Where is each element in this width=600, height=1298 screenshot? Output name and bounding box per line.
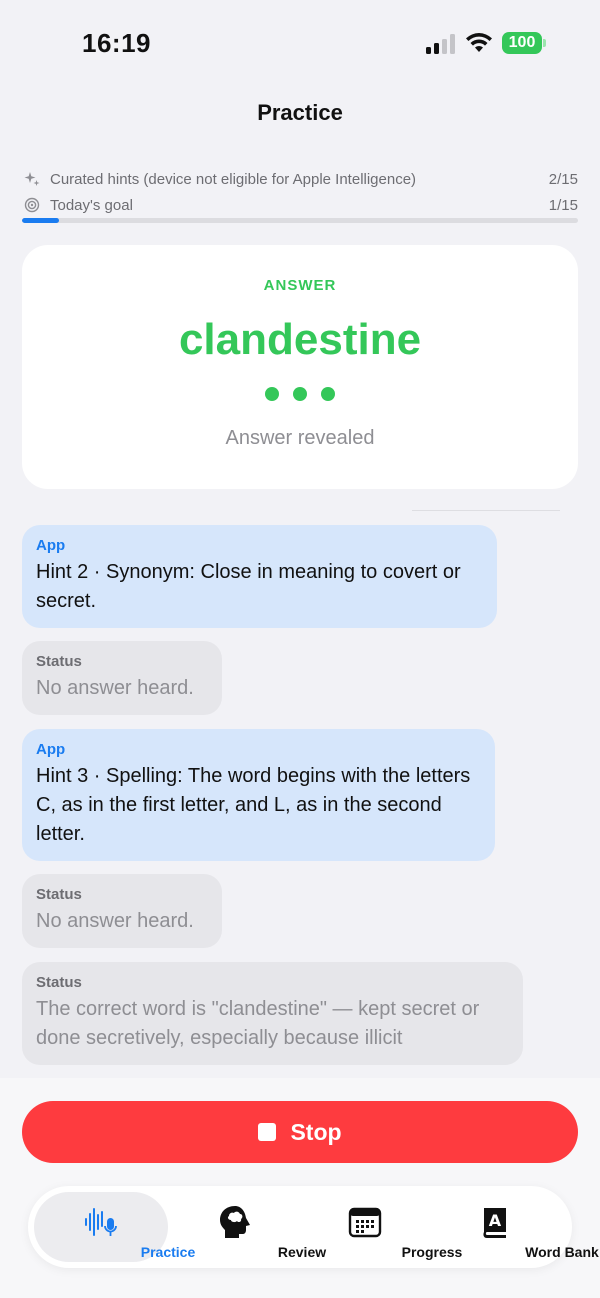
goal-progress-fill	[22, 218, 60, 223]
page-title: Practice	[257, 100, 343, 125]
dictionary-book-icon: A	[477, 1204, 513, 1240]
goal-progress-bar	[22, 218, 578, 223]
message-sender: Status	[36, 886, 82, 903]
tab-progress[interactable]: Progress	[298, 1192, 462, 1262]
message-sender: Status	[36, 974, 82, 991]
answer-label: ANSWER	[263, 277, 337, 294]
message-bubble-status: Status The correct word is "clandestine"…	[22, 962, 523, 1065]
curated-hints-row: Curated hints (device not eligible for A…	[22, 168, 578, 190]
message-text: No answer heard.	[36, 677, 194, 699]
message-text: No answer heard.	[36, 910, 194, 932]
tab-label: Word Bank	[525, 1244, 599, 1260]
stop-button-label: Stop	[290, 1118, 342, 1145]
message-bubble-status: Status No answer heard.	[22, 641, 222, 715]
divider	[412, 510, 560, 511]
sparkle-icon	[22, 169, 42, 189]
message-text: The correct word is "clandestine" — kept…	[36, 998, 480, 1049]
target-icon	[22, 195, 42, 215]
message-text: Hint 3 · Spelling: The word begins with …	[36, 765, 471, 845]
battery-level: 100	[502, 32, 542, 54]
tab-review[interactable]: Review	[168, 1192, 326, 1262]
message-text: Hint 2 · Synonym: Close in meaning to co…	[36, 561, 461, 612]
stop-button[interactable]: Stop	[22, 1101, 578, 1163]
message-bubble-app: App Hint 3 · Spelling: The word begins w…	[22, 729, 495, 861]
curated-hints-count: 2/15	[548, 170, 578, 188]
tab-word-bank[interactable]: A Word Bank	[428, 1192, 599, 1262]
ellipsis-dots-icon	[22, 387, 578, 401]
curated-hints-label: Curated hints (device not eligible for A…	[50, 170, 417, 188]
answer-card: ANSWER clandestine Answer revealed	[22, 245, 578, 489]
wifi-icon	[464, 32, 494, 54]
waveform-mic-icon	[83, 1204, 119, 1240]
message-sender: App	[36, 537, 66, 554]
answer-status: Answer revealed	[225, 427, 375, 449]
message-sender: Status	[36, 653, 82, 670]
tab-practice[interactable]: Practice	[34, 1192, 195, 1262]
status-bar: 16:19 100	[0, 0, 600, 88]
todays-goal-count: 1/15	[548, 196, 578, 214]
stop-square-icon	[258, 1123, 277, 1141]
todays-goal-row: Today's goal 1/15	[22, 194, 578, 216]
brain-head-icon	[217, 1204, 253, 1240]
calendar-icon	[347, 1204, 383, 1240]
message-sender: App	[36, 741, 66, 758]
todays-goal-label: Today's goal	[50, 196, 133, 214]
message-bubble-status: Status No answer heard.	[22, 874, 222, 948]
answer-word: clandestine	[178, 315, 422, 364]
clock-time: 16:19	[82, 28, 151, 58]
tab-bar: Practice Review Progress A Word Bank	[28, 1186, 599, 1268]
svg-text:A: A	[489, 1211, 502, 1230]
message-bubble-app: App Hint 2 · Synonym: Close in meaning t…	[22, 525, 497, 628]
cellular-signal-icon	[426, 34, 458, 54]
battery-icon: 100	[502, 32, 546, 54]
